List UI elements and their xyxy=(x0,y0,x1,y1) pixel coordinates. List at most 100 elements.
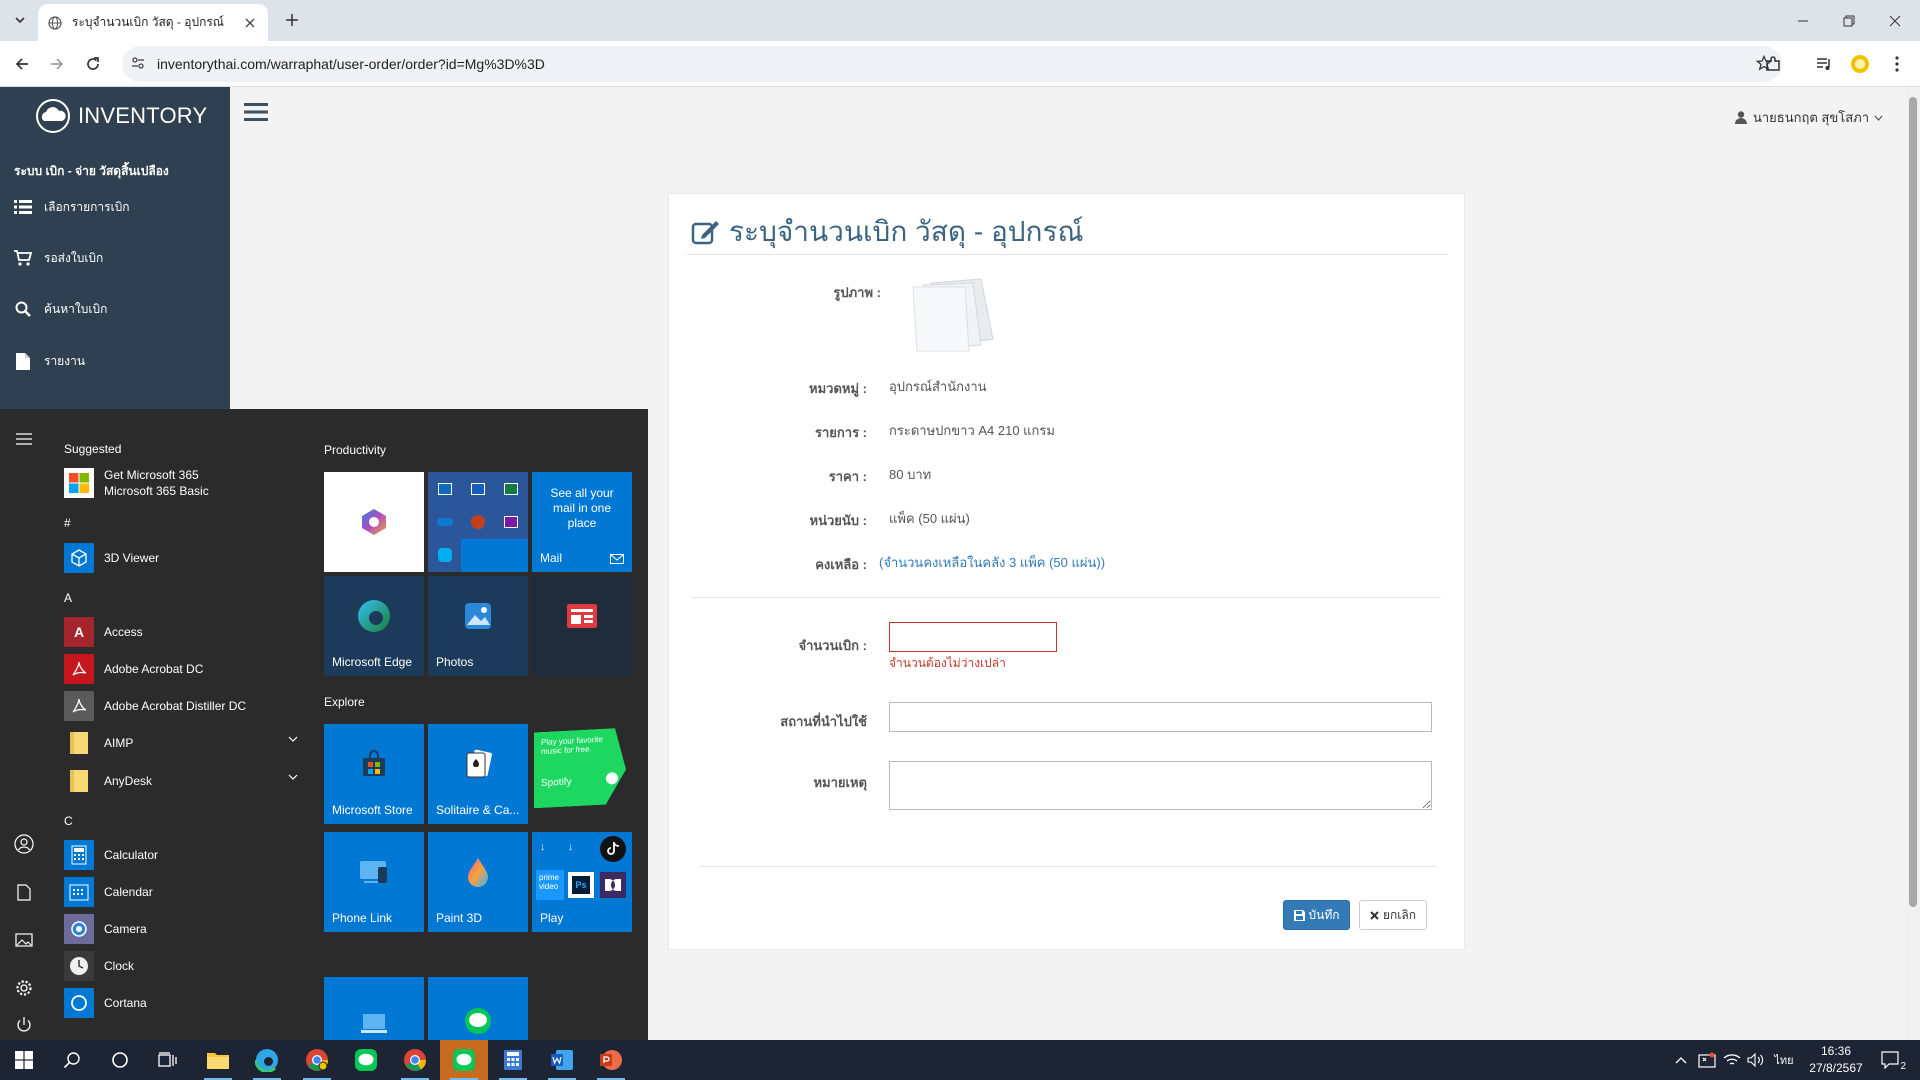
app-access[interactable]: A Access xyxy=(64,616,304,648)
show-hidden-icons-button[interactable] xyxy=(1672,1050,1690,1070)
notification-center-button[interactable]: 2 xyxy=(1876,1050,1906,1072)
tile-this-pc[interactable] xyxy=(324,977,424,1040)
taskbar-chrome[interactable] xyxy=(293,1040,341,1080)
suggested-header: Suggested xyxy=(64,442,122,456)
documents-icon[interactable] xyxy=(12,880,36,904)
tile-microsoft-store[interactable]: Microsoft Store xyxy=(324,724,424,824)
taskbar-powerpoint[interactable] xyxy=(587,1040,635,1080)
app-calendar[interactable]: Calendar xyxy=(64,876,304,908)
taskbar-word[interactable] xyxy=(538,1040,586,1080)
task-view-button[interactable] xyxy=(144,1040,192,1080)
new-tab-button[interactable] xyxy=(282,10,302,30)
arrow-left-icon xyxy=(15,58,28,70)
input-language-indicator[interactable]: ไทย xyxy=(1772,1050,1796,1070)
tile-news[interactable] xyxy=(532,576,632,676)
wifi-icon[interactable] xyxy=(1722,1050,1742,1070)
cloud-logo-icon xyxy=(36,99,70,133)
tile-phone-link[interactable]: Phone Link xyxy=(324,832,424,932)
browser-tab-active[interactable]: ระบุจำนวนเบิก วัสดุ - อุปกรณ์ xyxy=(38,4,268,41)
minimize-button[interactable] xyxy=(1780,0,1826,41)
close-icon xyxy=(1370,910,1379,920)
tab-search-button[interactable] xyxy=(8,8,32,32)
letter-header[interactable]: A xyxy=(64,591,72,605)
pictures-icon[interactable] xyxy=(12,928,36,952)
edit-icon xyxy=(691,219,721,245)
user-menu[interactable]: นายธนกฤต สุขโสภา xyxy=(1734,107,1883,128)
quantity-input[interactable] xyxy=(889,622,1057,652)
cortana-button[interactable] xyxy=(96,1040,144,1080)
tile-mail[interactable]: See all your mail in one place Mail xyxy=(532,472,632,572)
tile-line[interactable] xyxy=(428,977,528,1040)
location-input[interactable] xyxy=(889,702,1432,732)
forward-button[interactable] xyxy=(45,52,69,76)
app-clock[interactable]: Clock xyxy=(64,950,304,982)
site-info-icon[interactable] xyxy=(130,55,146,71)
app-adobe-acrobat-distiller[interactable]: Adobe Acrobat Distiller DC xyxy=(64,690,324,722)
start-menu-rail xyxy=(0,409,48,1040)
meet-now-icon[interactable] xyxy=(1697,1050,1717,1070)
taskbar-clock[interactable]: 16:36 27/8/2567 xyxy=(1796,1043,1876,1077)
start-button[interactable] xyxy=(0,1040,48,1080)
sidebar-item-select-items[interactable]: เลือกรายการเบิก xyxy=(14,194,130,220)
sidebar-item-pending-orders[interactable]: รอส่งใบเบิก xyxy=(14,245,103,271)
app-camera[interactable]: Camera xyxy=(64,913,304,945)
taskbar-file-explorer[interactable] xyxy=(194,1040,242,1080)
chevron-down-icon[interactable] xyxy=(288,774,298,780)
computer-icon xyxy=(324,977,424,1040)
back-button[interactable] xyxy=(10,52,34,76)
app-logo[interactable]: INVENTORY xyxy=(34,99,207,133)
user-account-icon[interactable] xyxy=(12,832,36,856)
volume-icon[interactable] xyxy=(1746,1050,1766,1070)
tile-play-folder[interactable]: ↓ ↓ prime video Ps Play xyxy=(532,832,632,932)
letter-header[interactable]: # xyxy=(64,516,71,530)
tile-spotify[interactable]: Play your favorite music for free. Spoti… xyxy=(532,724,632,824)
app-aimp-folder[interactable]: AIMP xyxy=(64,727,304,759)
extensions-icon[interactable] xyxy=(1762,53,1784,75)
profile-avatar-icon[interactable] xyxy=(1849,53,1871,75)
scrollbar-thumb[interactable] xyxy=(1909,97,1917,907)
sidebar-item-search-orders[interactable]: ค้นหาใบเบิก xyxy=(14,296,107,322)
phone-link-icon xyxy=(324,832,424,912)
line-app-icon xyxy=(355,1049,377,1071)
suggested-microsoft365[interactable]: Get Microsoft 365 Microsoft 365 Basic xyxy=(64,465,304,501)
tile-photos[interactable]: Photos xyxy=(428,576,528,676)
tile-office-apps[interactable] xyxy=(428,472,528,572)
save-button[interactable]: บันทึก xyxy=(1283,900,1350,930)
taskbar-line-active[interactable] xyxy=(440,1040,488,1080)
address-bar[interactable]: inventorythai.com/warraphat/user-order/o… xyxy=(122,46,1782,82)
search-button[interactable] xyxy=(48,1040,96,1080)
tile-microsoft-edge[interactable]: Microsoft Edge xyxy=(324,576,424,676)
hamburger-menu-icon[interactable] xyxy=(244,101,270,127)
chevron-down-icon[interactable] xyxy=(288,736,298,742)
app-3d-viewer[interactable]: 3D Viewer xyxy=(64,542,304,574)
tile-solitaire[interactable]: Solitaire & Ca... xyxy=(428,724,528,824)
reload-button[interactable] xyxy=(81,52,105,76)
close-tab-icon[interactable] xyxy=(242,15,258,31)
restore-icon xyxy=(1843,15,1855,26)
media-controls-icon[interactable] xyxy=(1813,53,1835,75)
taskbar-edge[interactable] xyxy=(243,1040,291,1080)
tile-copilot[interactable] xyxy=(324,472,424,572)
taskbar-chrome-profile[interactable] xyxy=(391,1040,439,1080)
page-scrollbar[interactable] xyxy=(1905,87,1920,1041)
power-icon[interactable] xyxy=(12,1013,36,1037)
taskbar-calculator[interactable] xyxy=(489,1040,537,1080)
letter-header[interactable]: C xyxy=(64,814,73,828)
hamburger-menu-icon[interactable] xyxy=(12,427,36,451)
file-icon xyxy=(14,352,32,370)
cancel-button[interactable]: ยกเลิก xyxy=(1359,900,1427,930)
calendar-icon xyxy=(64,877,94,907)
settings-gear-icon[interactable] xyxy=(12,976,36,1000)
app-adobe-acrobat-dc[interactable]: Adobe Acrobat DC xyxy=(64,653,304,685)
tile-paint-3d[interactable]: Paint 3D xyxy=(428,832,528,932)
word-icon xyxy=(461,472,494,505)
restore-button[interactable] xyxy=(1826,0,1872,41)
browser-menu-icon[interactable] xyxy=(1886,53,1908,75)
app-cortana[interactable]: Cortana xyxy=(64,987,304,1019)
app-calculator[interactable]: Calculator xyxy=(64,839,304,871)
note-textarea[interactable] xyxy=(889,761,1432,810)
sidebar-item-reports[interactable]: รายงาน xyxy=(14,348,85,374)
app-anydesk-folder[interactable]: AnyDesk xyxy=(64,765,304,797)
close-window-button[interactable] xyxy=(1872,0,1918,41)
taskbar-line[interactable] xyxy=(342,1040,390,1080)
